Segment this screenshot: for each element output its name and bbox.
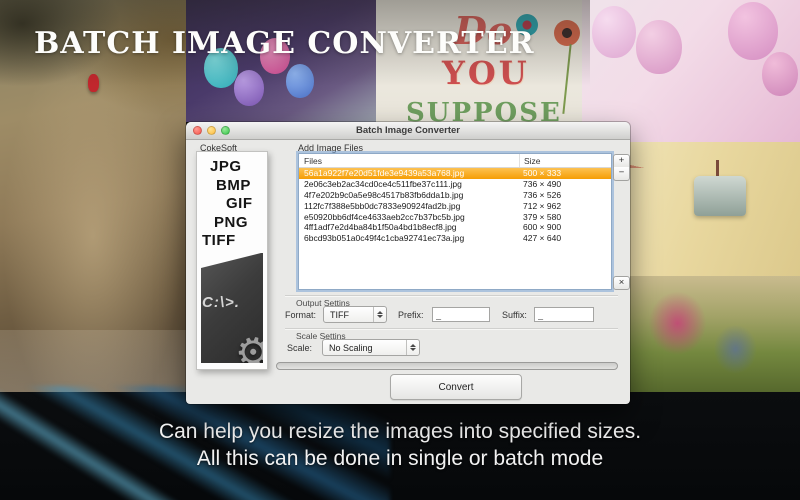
file-name: 6bcd93b051a0c49f4c1cba92741ec73a.jpg — [299, 233, 519, 243]
file-size: 500 × 333 — [519, 168, 611, 178]
logo-terminal-panel: C:\>. ⚙ — [201, 253, 263, 364]
logo-format: JPG — [210, 158, 263, 177]
file-size: 427 × 640 — [519, 233, 611, 243]
logo-format: TIFF — [202, 232, 263, 251]
logo-format: BMP — [216, 177, 263, 196]
conversion-progress-bar — [276, 362, 618, 370]
file-name: 2e06c3eb2ac34cd0ce4c511fbe37c111.jpg — [299, 179, 519, 189]
logo-format: GIF — [226, 195, 263, 214]
background-photo-baby-balloons — [582, 0, 800, 142]
prefix-label: Prefix: — [398, 310, 424, 320]
background-photo-family — [630, 276, 800, 394]
balloon-decoration — [636, 20, 682, 74]
hero-title: BATCH IMAGE CONVERTER — [34, 26, 535, 61]
app-logo: JPG BMP GIF PNG TIFF C:\>. ⚙ — [196, 151, 268, 370]
clear-list-button[interactable]: × — [613, 276, 630, 290]
scale-label: Scale: — [287, 343, 312, 353]
file-name: 4f7e202b9c0a5e98c4517b83fb6dda1b.jpg — [299, 190, 519, 200]
background-photo-carnival — [630, 142, 800, 276]
window-title: Batch Image Converter — [186, 122, 630, 139]
file-size: 600 × 900 — [519, 222, 611, 232]
column-header-files: Files — [299, 156, 519, 166]
convert-button[interactable]: Convert — [390, 374, 522, 400]
table-row[interactable]: 4ff1adf7e2d4ba84b1f50a4bd1b8ecf8.jpg600 … — [299, 222, 611, 233]
file-size: 736 × 490 — [519, 179, 611, 189]
file-size: 736 × 526 — [519, 190, 611, 200]
table-row[interactable]: 56a1a922f7e20d51fde3e9439a53a768.jpg500 … — [299, 168, 611, 179]
balloon-decoration — [762, 52, 798, 96]
file-name: 4ff1adf7e2d4ba84b1f50a4bd1b8ecf8.jpg — [299, 222, 519, 232]
file-size: 712 × 962 — [519, 201, 611, 211]
column-header-size: Size — [519, 154, 611, 167]
table-header: Files Size — [299, 154, 611, 168]
table-row[interactable]: 2e06c3eb2ac34cd0ce4c511fbe37c111.jpg736 … — [299, 179, 611, 190]
scale-select[interactable]: No Scaling — [322, 339, 420, 356]
format-select[interactable]: TIFF — [323, 306, 387, 323]
window-titlebar[interactable]: Batch Image Converter — [186, 122, 630, 140]
add-file-button[interactable]: + — [613, 154, 630, 168]
prefix-input[interactable] — [432, 307, 490, 322]
balloon-decoration — [592, 6, 636, 58]
dropdown-stepper-icon — [406, 340, 419, 355]
file-name: e50920bb6df4ce4633aeb2cc7b37bc5b.jpg — [299, 212, 519, 222]
table-row[interactable]: 4f7e202b9c0a5e98c4517b83fb6dda1b.jpg736 … — [299, 190, 611, 201]
gear-icon: ⚙ — [231, 329, 275, 376]
remove-file-button[interactable]: − — [613, 167, 630, 181]
section-divider — [285, 295, 618, 296]
format-value: TIFF — [330, 310, 373, 320]
table-row[interactable]: 6bcd93b051a0c49f4c1cba92741ec73a.jpg427 … — [299, 233, 611, 244]
table-body: 56a1a922f7e20d51fde3e9439a53a768.jpg500 … — [299, 168, 611, 244]
section-divider — [285, 328, 618, 329]
logo-format: PNG — [214, 214, 263, 233]
screen: Do YOU SUPPOSE BATCH IMAGE CONVERTER Can… — [0, 0, 800, 500]
gondola-decoration — [694, 176, 746, 216]
caption-line1: Can help you resize the images into spec… — [0, 418, 800, 445]
dropdown-stepper-icon — [373, 307, 386, 322]
terminal-prompt-text: C:\>. — [202, 294, 240, 311]
logo-format-list: JPG BMP GIF PNG TIFF — [201, 158, 263, 251]
table-row[interactable]: e50920bb6df4ce4633aeb2cc7b37bc5b.jpg379 … — [299, 211, 611, 222]
caption-line2: All this can be done in single or batch … — [0, 445, 800, 472]
file-name: 112fc7f388e5bb0dc7833e90924fad2b.jpg — [299, 201, 519, 211]
suffix-input[interactable] — [534, 307, 594, 322]
app-window: Batch Image Converter CokeSoft JPG BMP G… — [186, 122, 630, 404]
format-label: Format: — [285, 310, 316, 320]
table-row[interactable]: 112fc7f388e5bb0dc7833e90924fad2b.jpg712 … — [299, 200, 611, 211]
scale-value: No Scaling — [329, 343, 406, 353]
add-image-files-label: Add Image Files — [298, 143, 363, 153]
balloon-decoration — [728, 2, 778, 60]
file-size: 379 × 580 — [519, 212, 611, 222]
file-name: 56a1a922f7e20d51fde3e9439a53a768.jpg — [299, 168, 519, 178]
file-table[interactable]: Files Size 56a1a922f7e20d51fde3e9439a53a… — [298, 153, 612, 290]
suffix-label: Suffix: — [502, 310, 527, 320]
caption: Can help you resize the images into spec… — [0, 418, 800, 472]
